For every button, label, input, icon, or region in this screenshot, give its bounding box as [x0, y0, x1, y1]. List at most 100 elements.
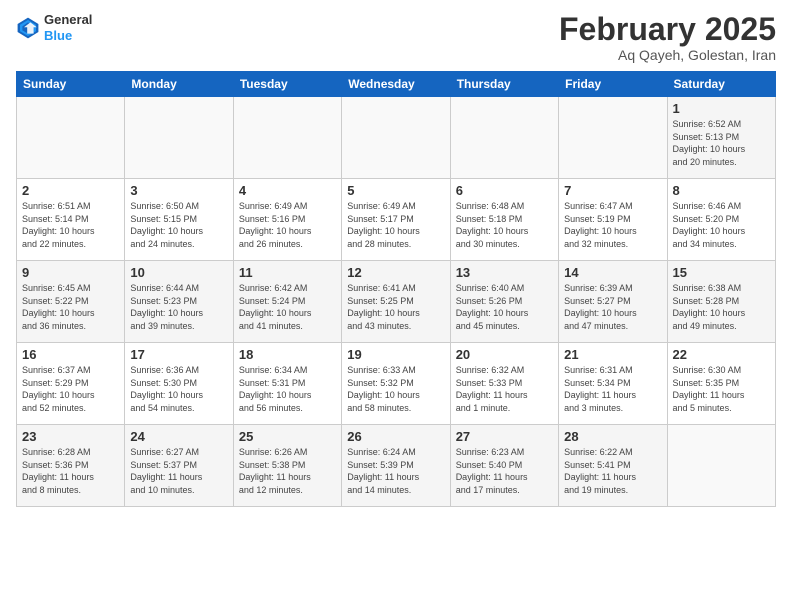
table-row: 25Sunrise: 6:26 AM Sunset: 5:38 PM Dayli…	[233, 425, 341, 507]
day-number: 3	[130, 183, 227, 198]
col-monday: Monday	[125, 72, 233, 97]
day-number: 14	[564, 265, 661, 280]
day-number: 6	[456, 183, 553, 198]
day-number: 24	[130, 429, 227, 444]
table-row: 27 Sunrise: 6:23 AM Sunset: 5:40 PM Dayli…	[450, 425, 558, 507]
header-row: Sunday Monday Tuesday Wednesday Thursday…	[17, 72, 776, 97]
day-info: Sunrise: 6:24 AM Sunset: 5:39 PM Dayligh…	[347, 446, 444, 496]
day-info: Sunrise: 6:22 AM Sunset: 5:41 PM Dayligh…	[564, 446, 661, 496]
day-info: Sunrise: 6:49 AM Sunset: 5:17 PM Dayligh…	[347, 200, 444, 250]
col-saturday: Saturday	[667, 72, 775, 97]
logo-text: General Blue	[44, 12, 92, 43]
day-info: Sunrise: 6:40 AM Sunset: 5:26 PM Dayligh…	[456, 282, 553, 332]
day-info: Sunrise: 6:42 AM Sunset: 5:24 PM Dayligh…	[239, 282, 336, 332]
day-info: Sunrise: 6:45 AM Sunset: 5:22 PM Dayligh…	[22, 282, 119, 332]
day-info: Sunrise: 6:46 AM Sunset: 5:20 PM Dayligh…	[673, 200, 770, 250]
day-info: Sunrise: 6:49 AM Sunset: 5:16 PM Dayligh…	[239, 200, 336, 250]
day-info: Sunrise: 6:51 AM Sunset: 5:14 PM Dayligh…	[22, 200, 119, 250]
day-number: 12	[347, 265, 444, 280]
logo-line1: General	[44, 12, 92, 28]
table-row: 15 Sunrise: 6:38 AM Sunset: 5:28 PM Dayli…	[667, 261, 775, 343]
table-row: 21 Sunrise: 6:31 AM Sunset: 5:34 PM Dayli…	[559, 343, 667, 425]
table-row: 13 Sunrise: 6:40 AM Sunset: 5:26 PM Dayli…	[450, 261, 558, 343]
col-thursday: Thursday	[450, 72, 558, 97]
day-info: Sunrise: 6:34 AM Sunset: 5:31 PM Dayligh…	[239, 364, 336, 414]
table-row: 24 Sunrise: 6:27 AM Sunset: 5:37 PM Dayli…	[125, 425, 233, 507]
page: General Blue February 2025 Aq Qayeh, Gol…	[0, 0, 792, 612]
title-section: February 2025 Aq Qayeh, Golestan, Iran	[559, 12, 776, 63]
table-row: 9 Sunrise: 6:45 AM Sunset: 5:22 PM Daylig…	[17, 261, 125, 343]
table-row: 16 Sunrise: 6:37 AM Sunset: 5:29 PM Dayli…	[17, 343, 125, 425]
table-row	[17, 97, 125, 179]
day-number: 23	[22, 429, 119, 444]
logo: General Blue	[16, 12, 92, 43]
table-row: 18 Sunrise: 6:34 AM Sunset: 5:31 PM Dayli…	[233, 343, 341, 425]
table-row: 14 Sunrise: 6:39 AM Sunset: 5:27 PM Dayli…	[559, 261, 667, 343]
day-number: 25	[239, 429, 336, 444]
table-row: 23Sunrise: 6:28 AM Sunset: 5:36 PM Dayli…	[17, 425, 125, 507]
day-number: 27	[456, 429, 553, 444]
day-number: 17	[130, 347, 227, 362]
table-row	[667, 425, 775, 507]
day-info: Sunrise: 6:23 AM Sunset: 5:40 PM Dayligh…	[456, 446, 553, 496]
table-row	[125, 97, 233, 179]
col-wednesday: Wednesday	[342, 72, 450, 97]
table-row: 3 Sunrise: 6:50 AM Sunset: 5:15 PM Daylig…	[125, 179, 233, 261]
table-row: 5 Sunrise: 6:49 AM Sunset: 5:17 PM Daylig…	[342, 179, 450, 261]
day-number: 16	[22, 347, 119, 362]
day-info: Sunrise: 6:31 AM Sunset: 5:34 PM Dayligh…	[564, 364, 661, 414]
day-info: Sunrise: 6:52 AM Sunset: 5:13 PM Dayligh…	[673, 118, 770, 168]
col-sunday: Sunday	[17, 72, 125, 97]
logo-icon	[16, 16, 40, 40]
col-friday: Friday	[559, 72, 667, 97]
day-number: 4	[239, 183, 336, 198]
table-row: 20 Sunrise: 6:32 AM Sunset: 5:33 PM Dayli…	[450, 343, 558, 425]
table-row: 11 Sunrise: 6:42 AM Sunset: 5:24 PM Dayli…	[233, 261, 341, 343]
day-info: Sunrise: 6:39 AM Sunset: 5:27 PM Dayligh…	[564, 282, 661, 332]
table-row: 1 Sunrise: 6:52 AM Sunset: 5:13 PM Daylig…	[667, 97, 775, 179]
table-row	[450, 97, 558, 179]
table-row: 7Sunrise: 6:47 AM Sunset: 5:19 PM Daylig…	[559, 179, 667, 261]
calendar: Sunday Monday Tuesday Wednesday Thursday…	[16, 71, 776, 507]
day-info: Sunrise: 6:33 AM Sunset: 5:32 PM Dayligh…	[347, 364, 444, 414]
day-info: Sunrise: 6:48 AM Sunset: 5:18 PM Dayligh…	[456, 200, 553, 250]
logo-line2: Blue	[44, 28, 92, 44]
day-number: 10	[130, 265, 227, 280]
day-info: Sunrise: 6:32 AM Sunset: 5:33 PM Dayligh…	[456, 364, 553, 414]
day-number: 9	[22, 265, 119, 280]
table-row: 17 Sunrise: 6:36 AM Sunset: 5:30 PM Dayli…	[125, 343, 233, 425]
day-number: 22	[673, 347, 770, 362]
day-number: 2	[22, 183, 119, 198]
table-row: 22 Sunrise: 6:30 AM Sunset: 5:35 PM Dayli…	[667, 343, 775, 425]
day-number: 15	[673, 265, 770, 280]
table-row: 28 Sunrise: 6:22 AM Sunset: 5:41 PM Dayli…	[559, 425, 667, 507]
table-row: 6 Sunrise: 6:48 AM Sunset: 5:18 PM Daylig…	[450, 179, 558, 261]
day-info: Sunrise: 6:27 AM Sunset: 5:37 PM Dayligh…	[130, 446, 227, 496]
table-row: 2 Sunrise: 6:51 AM Sunset: 5:14 PM Daylig…	[17, 179, 125, 261]
day-number: 13	[456, 265, 553, 280]
day-info: Sunrise: 6:50 AM Sunset: 5:15 PM Dayligh…	[130, 200, 227, 250]
table-row	[233, 97, 341, 179]
day-number: 28	[564, 429, 661, 444]
day-info: Sunrise: 6:36 AM Sunset: 5:30 PM Dayligh…	[130, 364, 227, 414]
subtitle: Aq Qayeh, Golestan, Iran	[559, 47, 776, 63]
day-number: 18	[239, 347, 336, 362]
day-info: Sunrise: 6:41 AM Sunset: 5:25 PM Dayligh…	[347, 282, 444, 332]
table-row: 26Sunrise: 6:24 AM Sunset: 5:39 PM Dayli…	[342, 425, 450, 507]
day-number: 20	[456, 347, 553, 362]
day-number: 21	[564, 347, 661, 362]
day-number: 8	[673, 183, 770, 198]
table-row: 4 Sunrise: 6:49 AM Sunset: 5:16 PM Daylig…	[233, 179, 341, 261]
day-number: 5	[347, 183, 444, 198]
day-info: Sunrise: 6:38 AM Sunset: 5:28 PM Dayligh…	[673, 282, 770, 332]
table-row: 19Sunrise: 6:33 AM Sunset: 5:32 PM Dayli…	[342, 343, 450, 425]
month-title: February 2025	[559, 12, 776, 47]
table-row: 10Sunrise: 6:44 AM Sunset: 5:23 PM Dayli…	[125, 261, 233, 343]
day-number: 1	[673, 101, 770, 116]
day-info: Sunrise: 6:37 AM Sunset: 5:29 PM Dayligh…	[22, 364, 119, 414]
col-tuesday: Tuesday	[233, 72, 341, 97]
day-info: Sunrise: 6:30 AM Sunset: 5:35 PM Dayligh…	[673, 364, 770, 414]
table-row: 12 Sunrise: 6:41 AM Sunset: 5:25 PM Dayli…	[342, 261, 450, 343]
day-number: 11	[239, 265, 336, 280]
day-info: Sunrise: 6:47 AM Sunset: 5:19 PM Dayligh…	[564, 200, 661, 250]
